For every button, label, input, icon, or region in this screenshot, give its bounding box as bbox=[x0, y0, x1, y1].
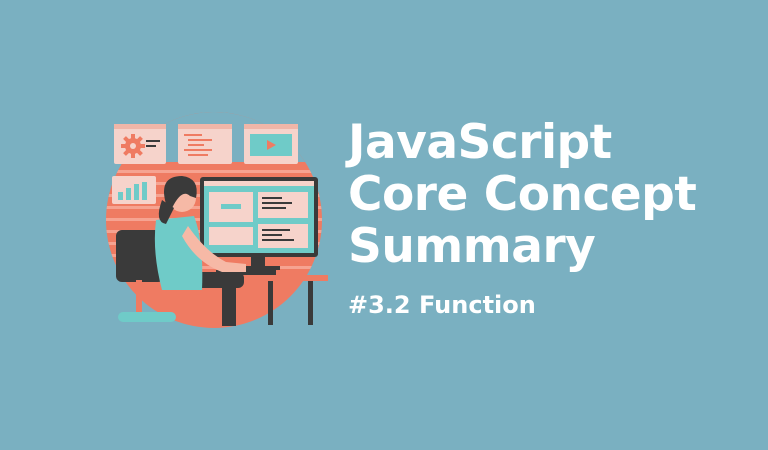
title-line-1: JavaScript bbox=[348, 115, 612, 170]
title-block: JavaScript Core Concept Summary #3.2 Fun… bbox=[348, 117, 748, 320]
monitor bbox=[200, 177, 318, 270]
subtitle: #3.2 Function bbox=[348, 291, 536, 319]
title-line-2: Core Concept bbox=[348, 167, 697, 222]
settings-panel bbox=[114, 124, 166, 164]
developer-illustration bbox=[106, 112, 328, 328]
title-line-3: Summary bbox=[348, 219, 596, 274]
video-panel bbox=[244, 124, 298, 164]
chart-panel bbox=[112, 176, 156, 204]
code-panel bbox=[178, 124, 232, 164]
banner: JavaScript Core Concept Summary #3.2 Fun… bbox=[0, 0, 768, 450]
gear-icon bbox=[121, 134, 145, 158]
